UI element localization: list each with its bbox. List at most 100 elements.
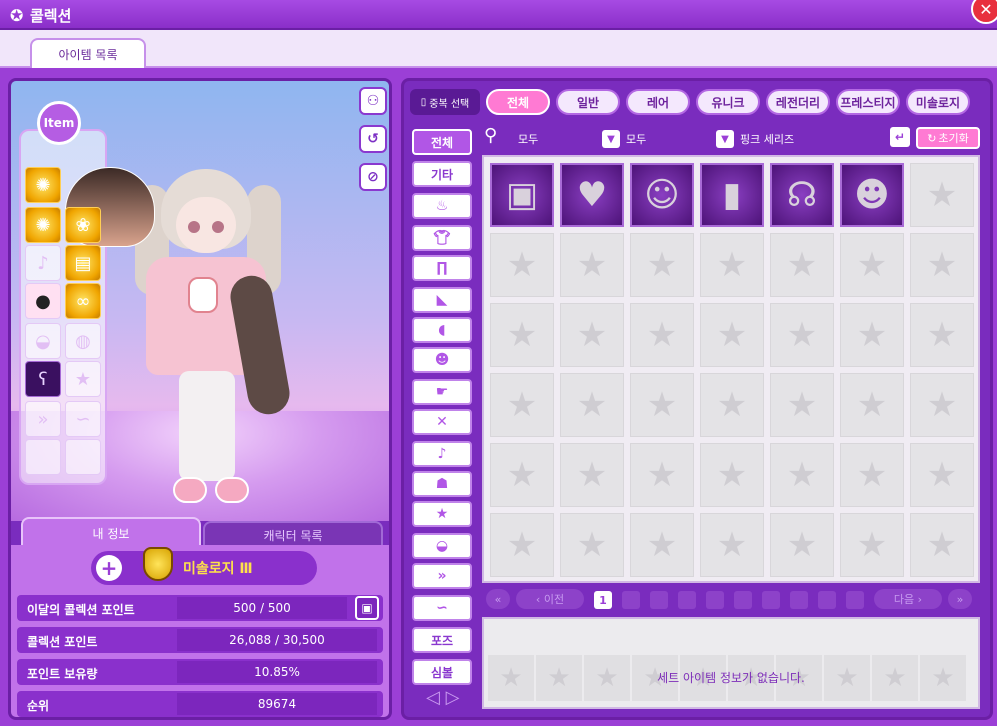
category-hat[interactable]: ◖	[412, 317, 472, 343]
collection-item-outfit[interactable]: ▮	[700, 163, 764, 227]
chevron-left-icon[interactable]: ◁	[426, 687, 440, 708]
rarity-tab-rare[interactable]: 레어	[626, 89, 690, 115]
category-etc[interactable]: 기타	[412, 161, 472, 187]
collection-item-face[interactable]: ☻	[840, 163, 904, 227]
collection-item-empty[interactable]: ★	[560, 513, 624, 577]
chevron-right-icon[interactable]: ▷	[446, 687, 460, 708]
rarity-tab-mythology[interactable]: 미솔로지	[906, 89, 970, 115]
collection-item-empty[interactable]: ★	[560, 303, 624, 367]
collection-item-empty[interactable]: ★	[910, 373, 974, 437]
collection-item-empty[interactable]: ★	[770, 513, 834, 577]
rarity-tab-unique[interactable]: 유니크	[696, 89, 760, 115]
last-page-icon[interactable]: »	[948, 589, 972, 609]
collection-item-empty[interactable]: ★	[630, 303, 694, 367]
rotate-icon[interactable]: ↺	[359, 125, 387, 153]
category-all[interactable]: 전체	[412, 129, 472, 155]
pose-toggle-icon[interactable]: ⚇	[359, 87, 387, 115]
category-tail[interactable]: ∽	[412, 595, 472, 621]
collection-item-empty[interactable]: ★	[770, 373, 834, 437]
gift-icon[interactable]: ▣	[355, 596, 379, 620]
collection-item-empty[interactable]: ★	[560, 443, 624, 507]
tab-character-list[interactable]: 캐릭터 목록	[203, 521, 383, 547]
close-button[interactable]: ✕	[971, 0, 997, 24]
collection-item-empty[interactable]: ★	[910, 513, 974, 577]
category-bottom[interactable]: ∏	[412, 255, 472, 281]
item-slot[interactable]	[65, 439, 101, 475]
item-slot[interactable]	[25, 439, 61, 475]
collection-item-rabbit[interactable]: ☺	[630, 163, 694, 227]
collection-item-empty[interactable]: ★	[490, 233, 554, 297]
collection-item-empty[interactable]: ★	[840, 513, 904, 577]
collection-item-empty[interactable]: ★	[630, 443, 694, 507]
category-music[interactable]: ♪	[412, 441, 472, 467]
collection-item-empty[interactable]: ★	[560, 373, 624, 437]
category-effect[interactable]: »	[412, 563, 472, 589]
collection-item-empty[interactable]: ★	[700, 303, 764, 367]
collection-item-empty[interactable]: ★	[910, 303, 974, 367]
search-icon[interactable]: ⚲	[484, 125, 510, 151]
rarity-tab-normal[interactable]: 일반	[556, 89, 620, 115]
item-slot[interactable]: »	[25, 401, 61, 437]
item-slot[interactable]: ʕ	[25, 361, 61, 397]
collection-item-hearts[interactable]: ♥	[560, 163, 624, 227]
item-slot[interactable]: ❀	[65, 207, 101, 243]
collection-item-empty[interactable]: ★	[910, 233, 974, 297]
collection-item-empty[interactable]: ★	[700, 443, 764, 507]
page-number-current[interactable]: 1	[594, 591, 612, 609]
item-slot[interactable]: ●	[25, 283, 61, 319]
multi-select-toggle[interactable]: ▯ 중복 선택	[410, 89, 480, 115]
collection-item-empty[interactable]: ★	[490, 513, 554, 577]
rarity-tab-legendary[interactable]: 레전더리	[766, 89, 830, 115]
collection-item-empty[interactable]: ★	[490, 373, 554, 437]
collection-item-hair[interactable]: ☊	[770, 163, 834, 227]
category-hair[interactable]: ♨	[412, 193, 472, 219]
collection-item-empty[interactable]: ★	[630, 513, 694, 577]
item-slot[interactable]: ✺	[25, 207, 61, 243]
item-slot[interactable]: ♪	[25, 245, 61, 281]
category-symbol[interactable]: 심볼	[412, 659, 472, 685]
collection-item-empty[interactable]: ★	[490, 443, 554, 507]
tab-item-list[interactable]: 아이템 목록	[30, 38, 146, 68]
filter-dropdown-1[interactable]: 모두	[518, 129, 538, 149]
category-item[interactable]: ◒	[412, 533, 472, 559]
item-slot[interactable]: ∞	[65, 283, 101, 319]
collection-item-empty[interactable]: ★	[770, 303, 834, 367]
item-slot[interactable]: ★	[65, 361, 101, 397]
first-page-icon[interactable]: «	[486, 589, 510, 609]
collection-item-empty[interactable]: ★	[840, 443, 904, 507]
category-shoes[interactable]: ◣	[412, 287, 472, 313]
collection-item-empty[interactable]: ★	[840, 303, 904, 367]
collection-item-empty[interactable]: ★	[490, 303, 554, 367]
item-slot[interactable]: ∽	[65, 401, 101, 437]
category-star[interactable]: ★	[412, 501, 472, 527]
tab-my-info[interactable]: 내 정보	[21, 517, 201, 547]
hide-ui-icon[interactable]: ⊘	[359, 163, 387, 191]
category-pose[interactable]: 포즈	[412, 627, 472, 653]
collection-item-empty[interactable]: ★	[630, 373, 694, 437]
item-slot[interactable]: ◍	[65, 323, 101, 359]
next-page-button[interactable]: 다음 ›	[874, 589, 942, 609]
plus-icon[interactable]: +	[96, 555, 122, 581]
prev-page-button[interactable]: ‹ 이전	[516, 589, 584, 609]
return-icon[interactable]: ↵	[890, 127, 910, 147]
rarity-tab-all[interactable]: 전체	[486, 89, 550, 115]
item-slot[interactable]: ▤	[65, 245, 101, 281]
filter-dropdown-2[interactable]: ▼ 모두	[602, 129, 646, 149]
rarity-tab-prestige[interactable]: 프레스티지	[836, 89, 900, 115]
collection-item-empty[interactable]: ★	[840, 373, 904, 437]
category-top[interactable]: 👕︎	[412, 225, 472, 251]
collection-item-empty[interactable]: ★	[700, 513, 764, 577]
category-wing[interactable]: ✕	[412, 409, 472, 435]
collection-item-empty[interactable]: ★	[700, 373, 764, 437]
category-face[interactable]: ☻	[412, 347, 472, 373]
collection-item-empty[interactable]: ★	[910, 443, 974, 507]
collection-item-empty[interactable]: ★	[630, 233, 694, 297]
category-pet[interactable]: ☗	[412, 471, 472, 497]
item-slot[interactable]: ✺	[25, 167, 61, 203]
collection-item-empty[interactable]: ★	[840, 233, 904, 297]
filter-dropdown-3[interactable]: ▼ 핑크 세리즈	[716, 129, 794, 149]
collection-item-empty[interactable]: ★	[560, 233, 624, 297]
category-hand[interactable]: ☛	[412, 379, 472, 405]
collection-item-bag[interactable]: ▣	[490, 163, 554, 227]
collection-item-empty[interactable]: ★	[910, 163, 974, 227]
